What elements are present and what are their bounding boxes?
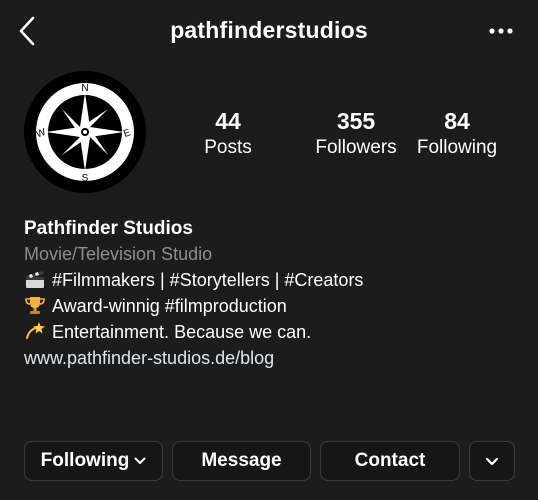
stat-followers-count: 355	[336, 108, 376, 134]
dizzy-star-icon	[26, 322, 45, 339]
compass-rose-icon: N E S W	[24, 71, 146, 193]
stat-following-count: 84	[444, 108, 470, 134]
following-button[interactable]: Following	[24, 441, 163, 481]
compass-letter-n: N	[81, 83, 88, 94]
stat-following-label: Following	[416, 137, 498, 158]
chevron-down-icon	[485, 457, 499, 465]
suggested-accounts-button[interactable]	[469, 441, 515, 481]
compass-letter-s: S	[82, 173, 89, 184]
chevron-down-icon	[134, 457, 146, 464]
profile-bio: Pathfinder Studios Movie/Television Stud…	[24, 216, 524, 371]
profile-username: pathfinderstudios	[170, 17, 368, 43]
profile-avatar[interactable]: N E S W	[24, 71, 146, 193]
stat-followers-label: Followers	[315, 137, 397, 158]
stat-posts[interactable]: 44 Posts	[173, 108, 283, 160]
top-bar: pathfinderstudios	[0, 0, 538, 64]
bio-website-link[interactable]: www.pathfinder-studios.de/blog	[24, 345, 524, 371]
more-horizontal-icon	[489, 28, 513, 34]
bio-line-text: Entertainment. Because we can.	[52, 322, 312, 342]
bio-line: Entertainment. Because we can.	[24, 319, 524, 345]
more-options-button[interactable]	[488, 24, 514, 38]
bio-line-text: #Filmmakers | #Storytellers | #Creators	[52, 270, 364, 290]
bio-line: Award-winnig #filmproduction	[24, 293, 524, 319]
profile-category: Movie/Television Studio	[24, 244, 213, 264]
message-button-label: Message	[201, 450, 282, 471]
following-button-label: Following	[40, 450, 130, 471]
stat-posts-count: 44	[215, 108, 241, 134]
stat-followers[interactable]: 355 Followers	[301, 108, 411, 160]
bio-line: #Filmmakers | #Storytellers | #Creators	[24, 267, 524, 293]
profile-display-name: Pathfinder Studios	[24, 218, 193, 239]
trophy-icon	[25, 297, 45, 314]
clapper-board-icon	[26, 271, 44, 288]
message-button[interactable]: Message	[172, 441, 311, 481]
contact-button[interactable]: Contact	[320, 441, 460, 481]
stat-posts-label: Posts	[204, 137, 252, 158]
profile-stats: 44 Posts 355 Followers 84 Following	[186, 108, 526, 164]
stat-following[interactable]: 84 Following	[402, 108, 512, 160]
contact-button-label: Contact	[354, 450, 426, 471]
bio-line-text: Award-winnig #filmproduction	[52, 296, 287, 316]
